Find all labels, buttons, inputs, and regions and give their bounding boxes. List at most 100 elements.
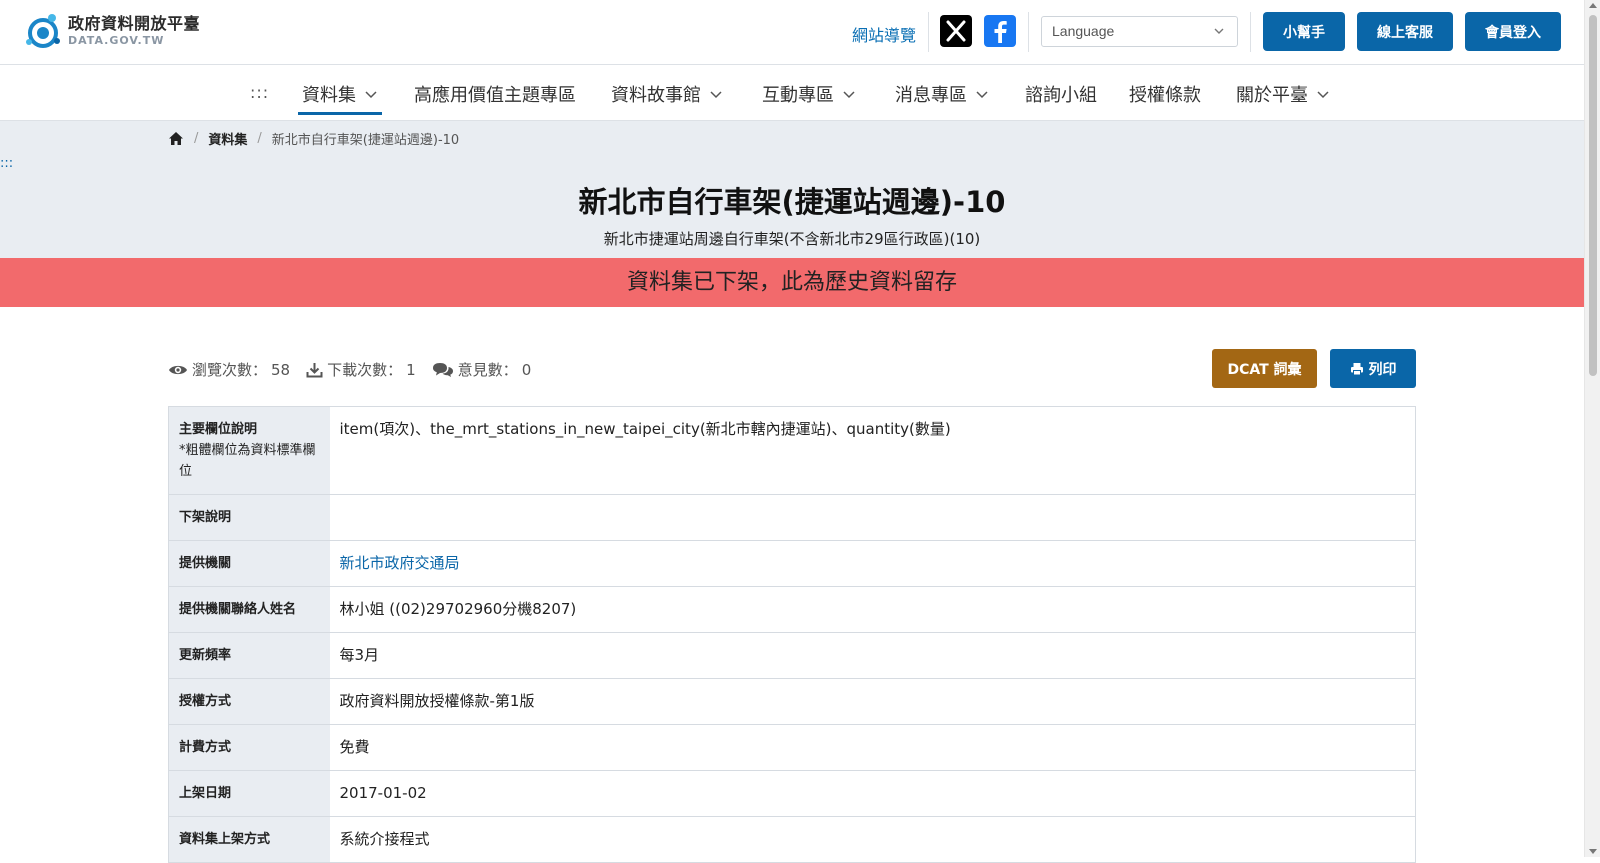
table-row: 更新頻率 每3月: [168, 632, 1416, 679]
facebook-icon[interactable]: [984, 15, 1016, 47]
nav-about[interactable]: 關於平臺: [1236, 81, 1330, 107]
row-label: 上架日期: [168, 770, 330, 817]
scroll-up-arrow[interactable]: [1589, 3, 1597, 8]
table-row: 計費方式 免費: [168, 724, 1416, 771]
language-select[interactable]: Language: [1041, 16, 1238, 47]
chevron-down-icon: [1214, 28, 1224, 34]
breadcrumb-separator: /: [194, 131, 199, 146]
chevron-down-icon: [843, 91, 855, 99]
x-icon[interactable]: [940, 15, 972, 47]
row-value: 新北市政府交通局: [329, 540, 1416, 587]
downloads-stat: 下載次數： 1: [306, 359, 416, 380]
dcat-vocabulary-button[interactable]: DCAT 詞彙: [1212, 349, 1317, 388]
delisted-banner: 資料集已下架，此為歷史資料留存: [0, 258, 1584, 307]
row-value: [329, 494, 1416, 541]
page-subtitle: 新北市捷運站周邊自行車架(不含新北市29區行政區)(10): [603, 230, 981, 248]
nav-interactive-label: 互動專區: [762, 85, 834, 106]
chevron-down-icon: [710, 91, 722, 99]
home-icon[interactable]: [168, 131, 184, 146]
scrollbar-thumb[interactable]: [1589, 15, 1597, 376]
scroll-down-arrow[interactable]: [1589, 849, 1597, 854]
nav-active-indicator: [298, 112, 382, 115]
eye-icon: [169, 365, 187, 374]
main-navigation: ::: 資料集 高應用價值主題專區 資料故事館 互動專區 消息專區 諮詢小組 授…: [0, 65, 1584, 121]
nav-data-stories-label: 資料故事館: [611, 85, 701, 106]
row-label: 資料集上架方式: [168, 816, 330, 863]
accesskey-top[interactable]: :::: [250, 83, 269, 102]
row-label: 計費方式: [168, 724, 330, 771]
row-label: 授權方式: [168, 678, 330, 725]
chevron-down-icon: [365, 91, 377, 99]
nav-high-value[interactable]: 高應用價值主題專區: [414, 81, 576, 107]
row-value: 2017-01-02: [329, 770, 1416, 817]
row-label-note: *粗體欄位為資料標準欄位: [179, 443, 316, 479]
chevron-down-icon: [976, 91, 988, 99]
table-row: 提供機關聯絡人姓名 林小姐 ((02)29702960分機8207): [168, 586, 1416, 633]
divider: [1250, 12, 1251, 52]
row-value: 系統介接程式: [329, 816, 1416, 863]
logo-icon: [26, 14, 60, 48]
print-button-label: 列印: [1368, 361, 1397, 378]
agency-link[interactable]: 新北市政府交通局: [340, 554, 460, 572]
print-button[interactable]: 列印: [1330, 349, 1416, 388]
row-value: 每3月: [329, 632, 1416, 679]
row-label: 更新頻率: [168, 632, 330, 679]
table-row: 上架日期 2017-01-02: [168, 770, 1416, 817]
views-stat: 瀏覽次數： 58: [168, 359, 290, 380]
views-label: 瀏覽次數：: [192, 361, 268, 379]
dataset-hero: / 資料集 / 新北市自行車架(捷運站週邊)-10 ::: 新北市自行車架(捷運…: [0, 121, 1584, 258]
nav-advisory-label: 諮詢小組: [1025, 85, 1097, 106]
language-select-label: Language: [1052, 23, 1115, 39]
downloads-count: 1: [406, 360, 416, 379]
nav-news[interactable]: 消息專區: [895, 81, 989, 107]
breadcrumb-current: 新北市自行車架(捷運站週邊)-10: [271, 133, 460, 148]
sitemap-link[interactable]: 網站導覽: [852, 22, 916, 46]
row-value: 免費: [329, 724, 1416, 771]
divider: [1028, 12, 1029, 52]
row-value: 林小姐 ((02)29702960分機8207): [329, 586, 1416, 633]
row-label: 提供機關聯絡人姓名: [168, 586, 330, 633]
online-support-button[interactable]: 線上客服: [1357, 12, 1453, 51]
table-row: 資料集上架方式 系統介接程式: [168, 816, 1416, 863]
nav-interactive[interactable]: 互動專區: [762, 81, 856, 107]
row-value: 政府資料開放授權條款-第1版: [329, 678, 1416, 725]
printer-icon: [1350, 362, 1363, 375]
table-row: 提供機關 新北市政府交通局: [168, 540, 1416, 587]
nav-license[interactable]: 授權條款: [1129, 81, 1201, 107]
logo-subtitle: DATA.GOV.TW: [68, 34, 165, 47]
comments-label: 意見數：: [457, 361, 518, 379]
row-label-text: 主要欄位說明: [179, 422, 258, 437]
accesskey-content[interactable]: :::: [0, 156, 13, 171]
dataset-info-table: 主要欄位說明 *粗體欄位為資料標準欄位 item(項次)、the_mrt_sta…: [168, 406, 1416, 863]
row-label: 下架說明: [168, 494, 330, 541]
nav-datasets[interactable]: 資料集: [302, 81, 378, 107]
comments-count: 0: [521, 360, 532, 379]
nav-license-label: 授權條款: [1129, 85, 1201, 106]
nav-about-label: 關於平臺: [1236, 85, 1308, 106]
site-header: 政府資料開放平臺 DATA.GOV.TW 網站導覽 Language 小幫手 線…: [0, 0, 1584, 65]
nav-high-value-label: 高應用價值主題專區: [414, 85, 576, 106]
comments-icon: [432, 362, 453, 377]
page-title: 新北市自行車架(捷運站週邊)-10: [578, 185, 1006, 219]
page-scrollbar[interactable]: [1584, 0, 1600, 857]
row-label: 提供機關: [168, 540, 330, 587]
download-icon: [306, 362, 323, 377]
downloads-label: 下載次數：: [327, 361, 403, 379]
row-value: item(項次)、the_mrt_stations_in_new_taipei_…: [329, 406, 1416, 495]
breadcrumb-datasets[interactable]: 資料集: [208, 129, 247, 148]
logo-title: 政府資料開放平臺: [68, 14, 201, 33]
site-logo[interactable]: 政府資料開放平臺 DATA.GOV.TW: [22, 11, 200, 51]
chevron-down-icon: [1317, 91, 1329, 99]
table-row: 授權方式 政府資料開放授權條款-第1版: [168, 678, 1416, 725]
breadcrumb-separator: /: [257, 131, 262, 146]
nav-advisory[interactable]: 諮詢小組: [1025, 81, 1097, 107]
comments-stat: 意見數： 0: [432, 359, 532, 380]
table-row: 下架說明: [168, 494, 1416, 541]
member-login-button[interactable]: 會員登入: [1465, 12, 1561, 51]
nav-datasets-label: 資料集: [302, 85, 356, 106]
helper-button[interactable]: 小幫手: [1263, 12, 1345, 51]
breadcrumb: / 資料集 / 新北市自行車架(捷運站週邊)-10: [168, 129, 459, 148]
dataset-stats: 瀏覽次數： 58 下載次數： 1 意見數： 0: [168, 359, 547, 380]
nav-news-label: 消息專區: [895, 85, 967, 106]
nav-data-stories[interactable]: 資料故事館: [611, 81, 723, 107]
